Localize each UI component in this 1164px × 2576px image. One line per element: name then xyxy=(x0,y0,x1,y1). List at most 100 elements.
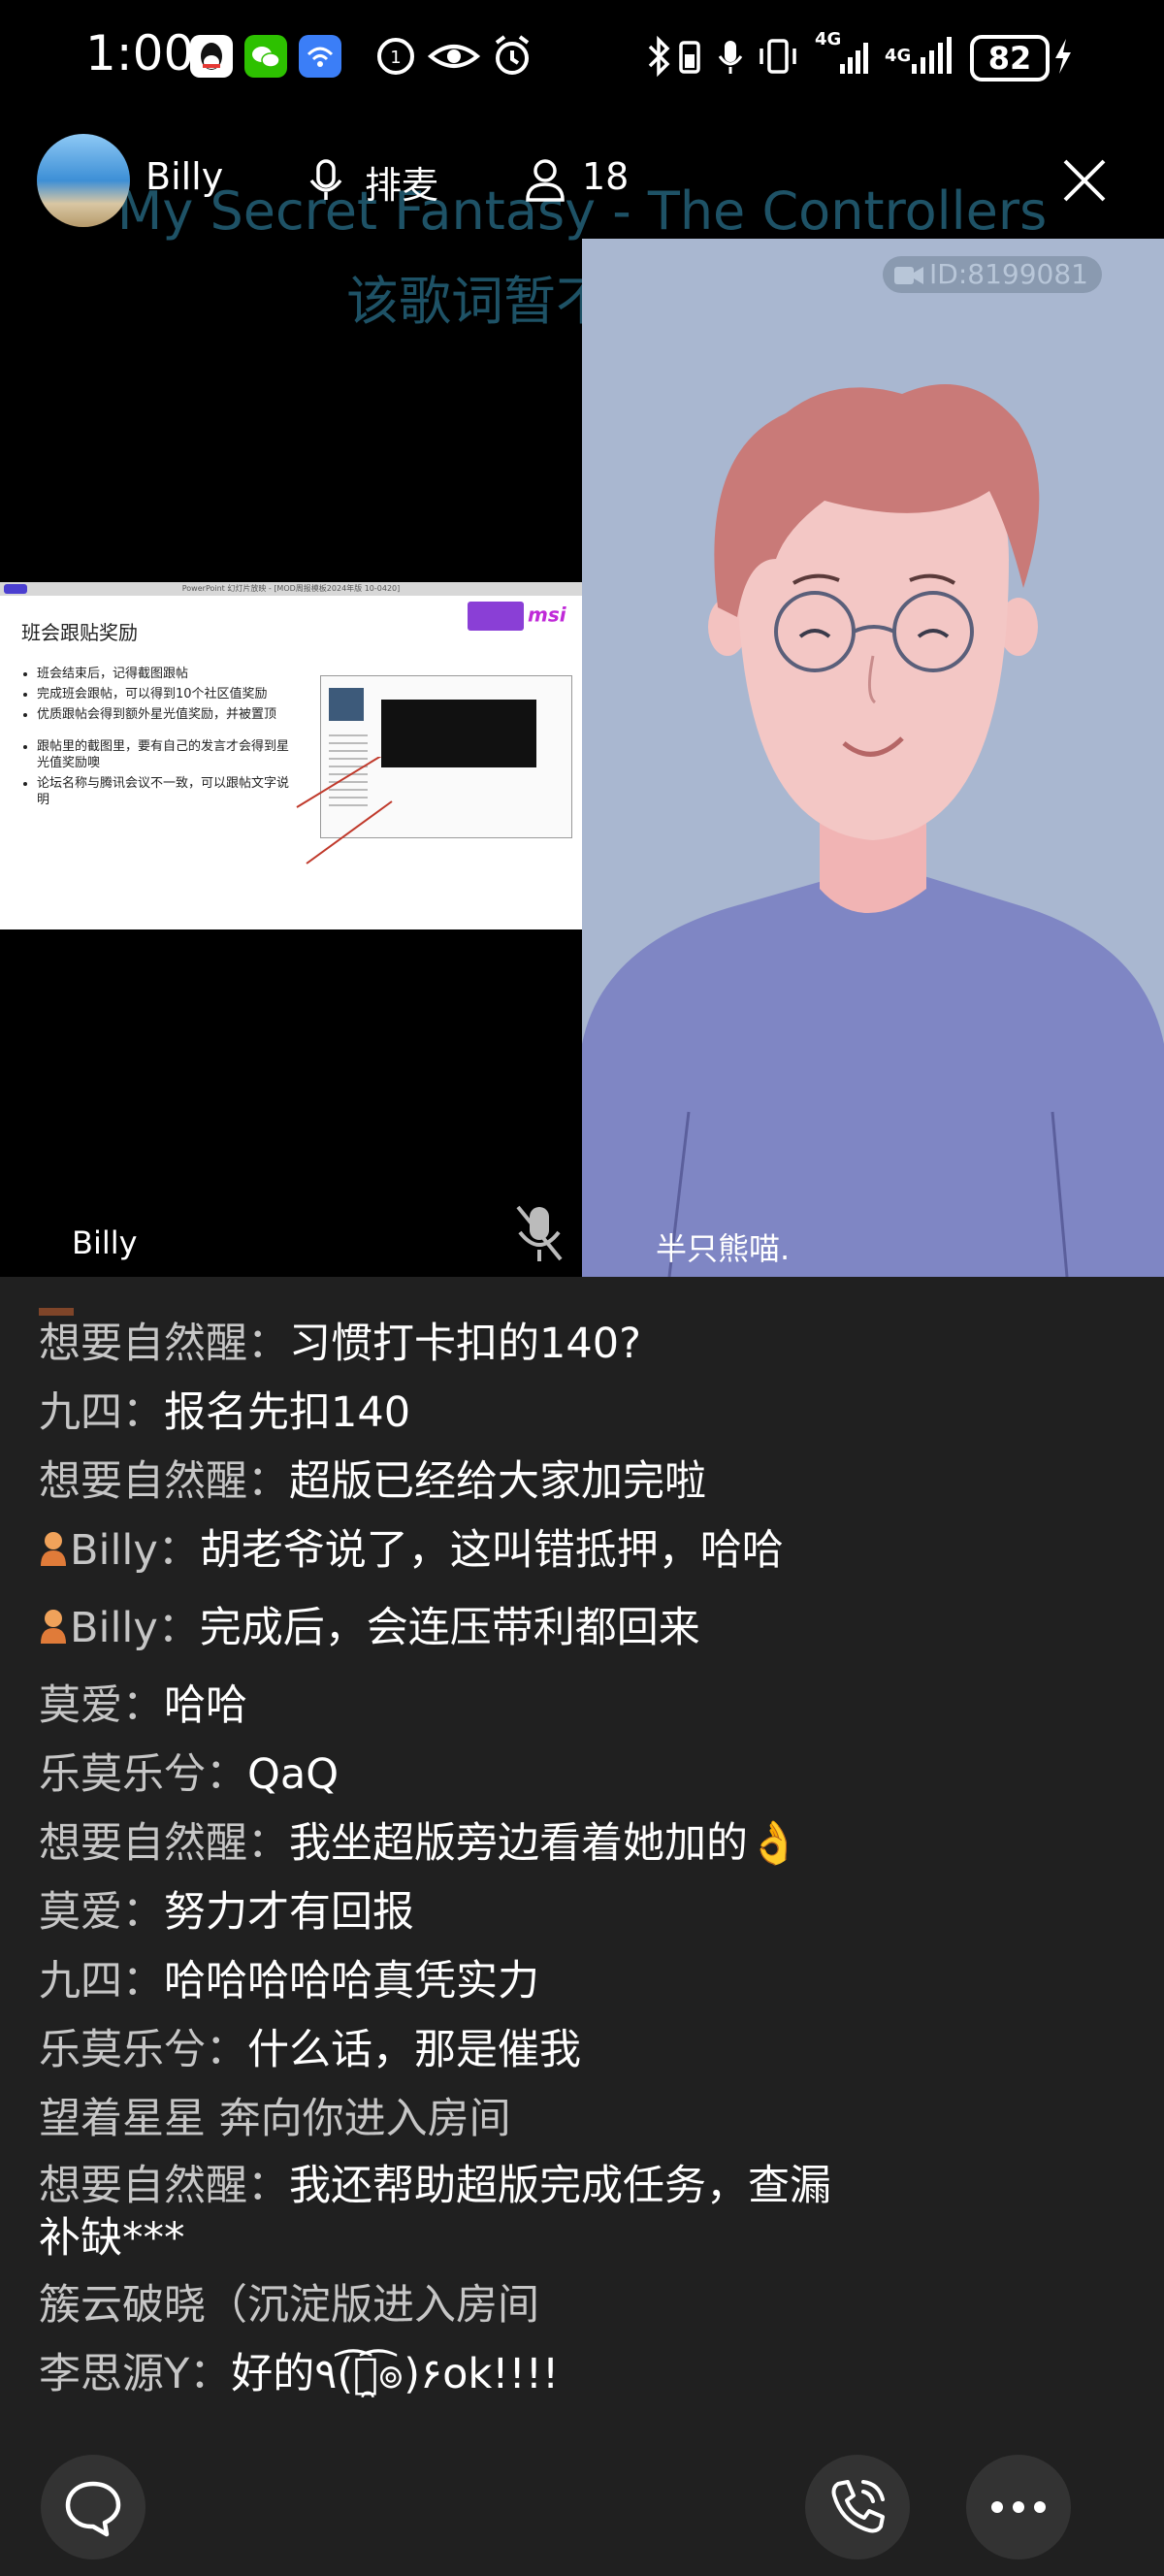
chat-sender: Billy： xyxy=(70,1526,200,1575)
arrow-annotation-icon xyxy=(296,757,393,864)
presenter-tag xyxy=(4,584,27,594)
participants-icon[interactable] xyxy=(524,157,566,208)
chat-text: 什么话，那是催我 xyxy=(247,2026,581,2074)
chat-system-message: 望着星星 奔向你进入房间 xyxy=(39,2091,844,2147)
chat-message: 想要自然醒：我还帮助超版完成任务，查漏补缺*** xyxy=(39,2160,844,2265)
call-button[interactable] xyxy=(805,2455,910,2560)
chat-message: 九四：报名先扣140 xyxy=(39,1385,844,1441)
vibrate-icon xyxy=(757,31,799,82)
slide-bullet: 跟帖里的截图里，要有自己的发言才会得到星光值奖励噢 xyxy=(37,738,301,771)
eye-comfort-icon xyxy=(427,31,481,82)
chat-message: 想要自然醒：习惯打卡扣的140? xyxy=(39,1316,844,1372)
signal-2-label: 4G xyxy=(885,46,912,66)
chat-message: 莫爱：努力才有回报 xyxy=(39,1884,844,1940)
host-name[interactable]: Billy xyxy=(146,155,223,198)
host-avatar[interactable] xyxy=(37,134,130,227)
chat-text: 哈哈 xyxy=(164,1681,247,1730)
mic-queue-button[interactable]: 排麦 xyxy=(365,155,438,209)
slide-logo: msi xyxy=(468,602,566,631)
chat-sender: 李思源Y： xyxy=(39,2350,232,2398)
chat-button[interactable] xyxy=(41,2455,146,2560)
chat-sender: 莫爱： xyxy=(39,1681,164,1730)
chat-text: 簇云破晓（沉淀版进入房间 xyxy=(39,2281,539,2330)
signal-1-icon: 4G xyxy=(815,31,841,82)
video-name-label: Billy xyxy=(72,1224,138,1261)
chat-text: 报名先扣140 xyxy=(164,1388,411,1437)
close-button[interactable] xyxy=(1055,151,1114,210)
partial-message-hint xyxy=(39,1308,74,1316)
chat-message: Billy：胡老爷说了，这叫错抵押，哈哈 xyxy=(39,1522,844,1579)
chat-text: 哈哈哈哈哈真凭实力 xyxy=(164,1957,539,2005)
slide-bullet: 优质跟帖会得到额外星光值奖励，并被置顶 xyxy=(37,706,301,723)
meeting-area: My Secret Fantasy - The Controllers 该歌词暂… xyxy=(0,113,1164,1277)
chat-sender: 乐莫乐兮： xyxy=(39,2026,247,2074)
slide-bullet: 完成班会跟帖，可以得到10个社区值奖励 xyxy=(37,686,301,702)
chat-text: 努力才有回报 xyxy=(164,1888,414,1937)
avatar-illustration xyxy=(582,384,1164,1277)
signal-2-icon: 4G xyxy=(885,31,911,82)
shared-window-title: PowerPoint 幻灯片放映 - [MOD周报模板2024年版 10-042… xyxy=(0,582,582,596)
data-saver-icon: 1 xyxy=(374,31,417,82)
chat-message: 乐莫乐兮：什么话，那是催我 xyxy=(39,2022,844,2078)
status-time: 1:00 xyxy=(85,25,195,82)
chat-sender: 想要自然醒： xyxy=(39,2162,289,2210)
slide-title: 班会跟贴奖励 xyxy=(21,621,138,644)
signal-1-label: 4G xyxy=(815,29,842,49)
chat-system-message: 簇云破晓（沉淀版进入房间 xyxy=(39,2277,844,2333)
signal-bars-1-icon xyxy=(840,31,875,82)
window-title-text: PowerPoint 幻灯片放映 - [MOD周报模板2024年版 10-042… xyxy=(181,584,401,593)
chat-sender: 乐莫乐兮： xyxy=(39,1750,247,1799)
mic-queue-icon[interactable] xyxy=(307,157,345,208)
participant-video-tile[interactable]: ID:8199081 xyxy=(582,239,1164,1277)
mic-muted-icon xyxy=(512,1201,566,1271)
room-id-badge: ID:8199081 xyxy=(883,256,1102,293)
meeting-top-bar: Billy 排麦 18 xyxy=(0,113,1164,248)
close-icon xyxy=(1063,159,1106,202)
chat-message: 李思源Y：好的٩(͡๏̯͡๏)۶ok!!!! xyxy=(39,2346,844,2402)
wifi-app-notification-icon xyxy=(299,35,341,78)
alarm-icon xyxy=(491,31,534,82)
slide-bullet: 论坛名称与腾讯会议不一致，可以跟帖文字说明 xyxy=(37,775,301,808)
participant-name-label: 半只熊喵. xyxy=(656,1230,791,1267)
headset-battery-icon xyxy=(675,31,704,82)
chat-text: 超版已经给大家加完啦 xyxy=(289,1457,706,1506)
chat-text: 完成后，会连压带利都回来 xyxy=(199,1604,700,1652)
chat-text: 习惯打卡扣的140? xyxy=(289,1320,641,1368)
chat-sender: 莫爱： xyxy=(39,1888,164,1937)
video-camera-icon xyxy=(894,267,924,284)
chat-message: 想要自然醒：我坐超版旁边看着她加的👌 xyxy=(39,1815,844,1872)
shared-screen[interactable]: PowerPoint 幻灯片放映 - [MOD周报模板2024年版 10-042… xyxy=(0,582,582,929)
chat-message: Billy：完成后，会连压带利都回来 xyxy=(39,1600,844,1656)
chat-sender: Billy： xyxy=(70,1604,200,1652)
logo-text: msi xyxy=(528,603,566,627)
wechat-notification-icon xyxy=(244,35,287,78)
chat-list[interactable]: 想要自然醒：习惯打卡扣的140? 九四：报名先扣140 想要自然醒：超版已经给大… xyxy=(39,1281,1125,2415)
chat-sender: 想要自然醒： xyxy=(39,1457,289,1506)
chat-text: 胡老爷说了，这叫错抵押，哈哈 xyxy=(199,1526,784,1575)
chat-text: QaQ xyxy=(247,1750,340,1799)
room-id-text: ID:8199081 xyxy=(929,258,1088,290)
svg-text:1: 1 xyxy=(390,48,401,68)
event-logo-badge xyxy=(468,602,524,631)
status-bar: 1:00 1 4G 4G 82 xyxy=(0,0,1164,113)
qq-notification-icon xyxy=(190,35,233,78)
chat-message: 九四：哈哈哈哈哈真凭实力 xyxy=(39,1953,844,2009)
microphone-status-icon xyxy=(716,31,745,82)
charging-icon xyxy=(1051,31,1075,82)
chat-sender: 九四： xyxy=(39,1388,164,1437)
thumbnail-image xyxy=(329,688,364,721)
slide-bullets: 班会结束后，记得截图跟帖 完成班会跟帖，可以得到10个社区值奖励 优质跟帖会得到… xyxy=(19,666,301,812)
chat-bubble-icon xyxy=(65,2481,121,2537)
chat-text: 好的٩(͡๏̯͡๏)۶ok!!!! xyxy=(231,2350,560,2398)
chat-text: 我坐超版旁边看着她加的👌 xyxy=(289,1819,800,1868)
host-badge-icon xyxy=(41,1610,66,1644)
more-options-button[interactable] xyxy=(966,2455,1071,2560)
phone-icon xyxy=(831,2480,885,2533)
more-dots-icon xyxy=(991,2501,1046,2513)
chat-sender: 九四： xyxy=(39,1957,164,2005)
slide-bullet: 班会结束后，记得截图跟帖 xyxy=(37,666,301,682)
participant-count[interactable]: 18 xyxy=(582,155,629,198)
chat-message: 莫爱：哈哈 xyxy=(39,1678,844,1734)
chat-text: 望着星星 奔向你进入房间 xyxy=(39,2095,511,2143)
battery-indicator: 82 xyxy=(970,35,1050,82)
